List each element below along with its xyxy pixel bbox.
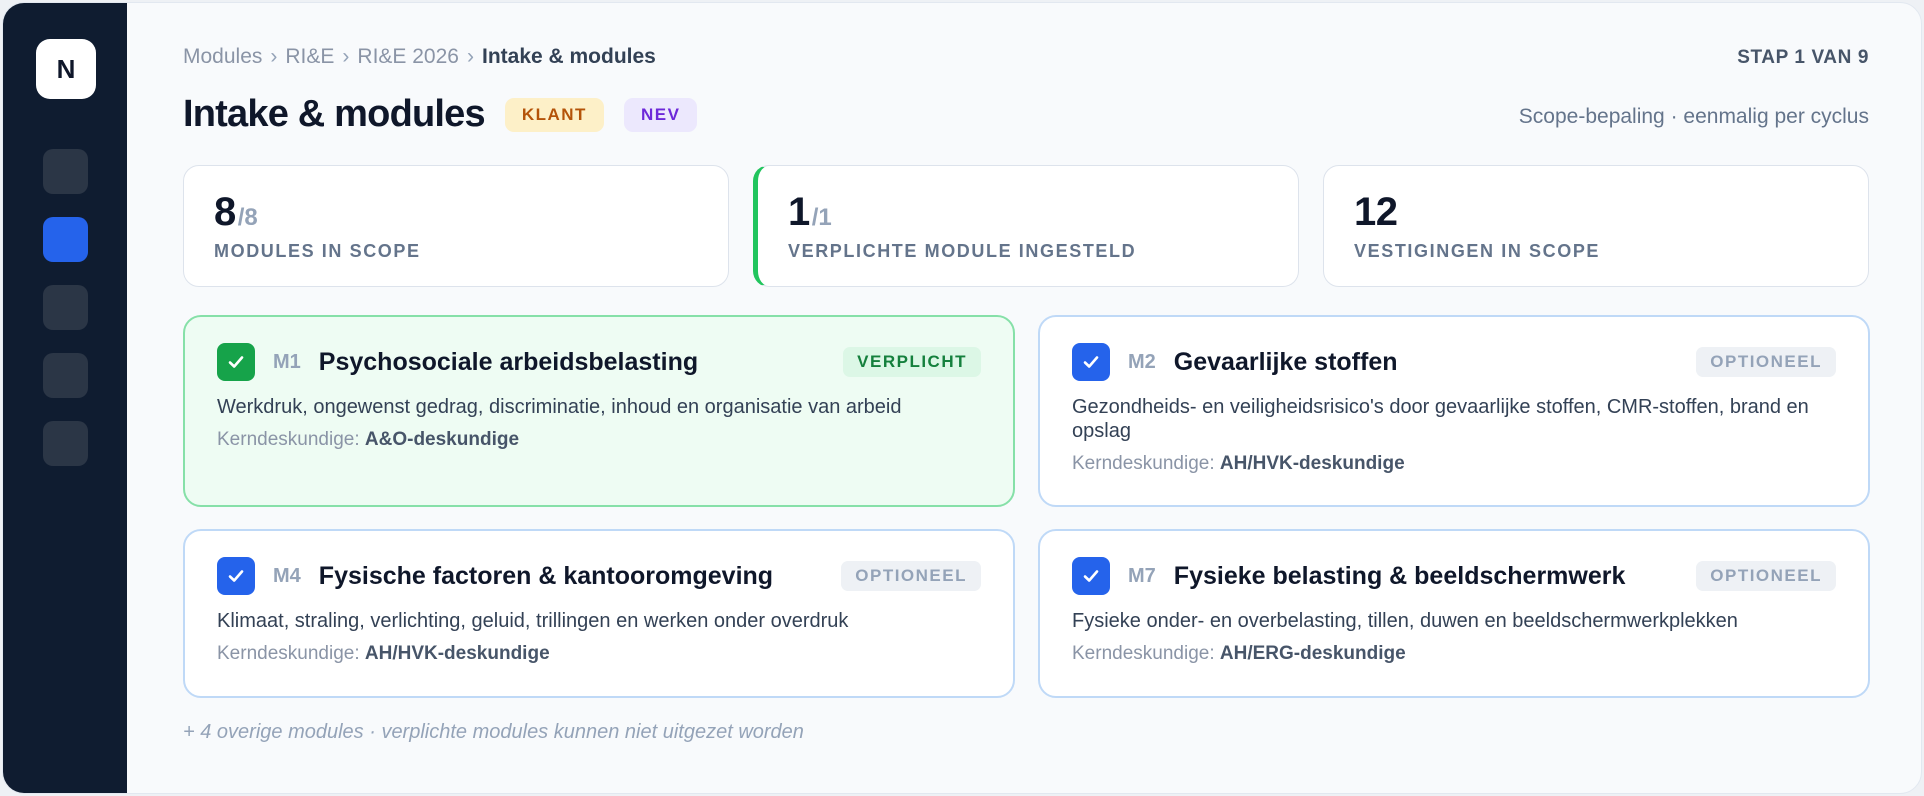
module-checkbox[interactable] bbox=[1072, 343, 1110, 381]
stat-card-locations: 12 VESTIGINGEN IN SCOPE bbox=[1323, 165, 1869, 287]
module-title: Fysieke belasting & beeldschermwerk bbox=[1173, 561, 1626, 590]
app-window: N Modules › RI&E › RI&E 2026 › Intake & … bbox=[2, 2, 1922, 794]
breadcrumb-link-rie-2026[interactable]: RI&E 2026 bbox=[357, 45, 459, 69]
stat-card-mandatory: 1 /1 VERPLICHTE MODULE INGESTELD bbox=[753, 165, 1299, 287]
module-code: M1 bbox=[273, 350, 301, 373]
module-status-badge: OPTIONEEL bbox=[1696, 347, 1836, 377]
stat-label: VERPLICHTE MODULE INGESTELD bbox=[788, 241, 1137, 261]
stat-total: /8 bbox=[237, 204, 258, 231]
module-expert: Kerndeskundige: AH/ERG-deskundige bbox=[1072, 643, 1836, 665]
main-content: Modules › RI&E › RI&E 2026 › Intake & mo… bbox=[183, 3, 1870, 793]
module-expert: Kerndeskundige: A&O-deskundige bbox=[217, 429, 981, 451]
breadcrumb-separator: › bbox=[342, 45, 350, 68]
checkmark-icon bbox=[228, 356, 244, 368]
expert-value: AH/ERG-deskundige bbox=[1219, 643, 1406, 664]
app-logo[interactable]: N bbox=[36, 39, 96, 99]
stat-value: 8 bbox=[214, 190, 236, 234]
step-indicator: STAP 1 VAN 9 bbox=[1737, 47, 1869, 68]
module-status-badge: VERPLICHT bbox=[843, 347, 981, 377]
expert-label: Kerndeskundige: bbox=[1072, 643, 1215, 664]
module-title: Gevaarlijke stoffen bbox=[1173, 347, 1398, 376]
module-description: Klimaat, straling, verlichting, geluid, … bbox=[217, 610, 849, 632]
module-checkbox[interactable] bbox=[1072, 557, 1110, 595]
stat-label: VESTIGINGEN IN SCOPE bbox=[1354, 241, 1601, 261]
module-card-m4[interactable]: M4 Fysische factoren & kantooromgeving O… bbox=[183, 529, 1015, 698]
module-expert: Kerndeskundige: AH/HVK-deskundige bbox=[1072, 453, 1836, 475]
module-card-m7[interactable]: M7 Fysieke belasting & beeldschermwerk O… bbox=[1038, 529, 1870, 698]
stat-total: /1 bbox=[811, 204, 832, 231]
module-status-badge: OPTIONEEL bbox=[841, 561, 981, 591]
stat-label: MODULES IN SCOPE bbox=[214, 241, 421, 261]
stats-row: 8 /8 MODULES IN SCOPE 1 /1 VERPLICHTE MO… bbox=[183, 165, 1869, 287]
sidebar-nav-item-3[interactable] bbox=[43, 285, 88, 330]
breadcrumb-link-rie[interactable]: RI&E bbox=[285, 45, 334, 69]
page-title: Intake & modules bbox=[183, 93, 486, 135]
klant-tag: KLANT bbox=[504, 97, 604, 132]
title-row: Intake & modules KLANT NEV bbox=[183, 93, 698, 136]
sidebar-nav-item-5[interactable] bbox=[43, 421, 88, 466]
module-checkbox[interactable] bbox=[217, 557, 255, 595]
module-code: M4 bbox=[273, 564, 301, 587]
checkmark-icon bbox=[1083, 356, 1099, 368]
module-card-m2[interactable]: M2 Gevaarlijke stoffen OPTIONEEL Gezondh… bbox=[1038, 315, 1870, 507]
module-description: Gezondheids- en veiligheidsrisico's door… bbox=[1072, 396, 1809, 442]
sidebar: N bbox=[3, 3, 127, 793]
breadcrumb: Modules › RI&E › RI&E 2026 › Intake & mo… bbox=[183, 45, 656, 69]
breadcrumb-link-modules[interactable]: Modules bbox=[183, 45, 262, 69]
module-code: M2 bbox=[1128, 350, 1156, 373]
breadcrumb-separator: › bbox=[466, 45, 474, 68]
module-expert: Kerndeskundige: AH/HVK-deskundige bbox=[217, 643, 981, 665]
module-title: Psychosociale arbeidsbelasting bbox=[318, 347, 699, 376]
module-card-m1[interactable]: M1 Psychosociale arbeidsbelasting VERPLI… bbox=[183, 315, 1015, 507]
expert-label: Kerndeskundige: bbox=[1072, 453, 1215, 474]
footnote: + 4 overige modules · verplichte modules… bbox=[183, 721, 804, 743]
nev-tag: NEV bbox=[623, 97, 698, 132]
module-description: Fysieke onder- en overbelasting, tillen,… bbox=[1072, 610, 1738, 632]
sidebar-nav-item-4[interactable] bbox=[43, 353, 88, 398]
expert-value: A&O-deskundige bbox=[364, 429, 520, 450]
module-title: Fysische factoren & kantooromgeving bbox=[318, 561, 774, 590]
checkmark-icon bbox=[1083, 570, 1099, 582]
expert-value: AH/HVK-deskundige bbox=[364, 643, 550, 664]
sidebar-nav-item-2-active[interactable] bbox=[43, 217, 88, 262]
sidebar-nav-item-1[interactable] bbox=[43, 149, 88, 194]
scope-note: Scope-bepaling · eenmalig per cyclus bbox=[1518, 105, 1869, 128]
module-description: Werkdruk, ongewenst gedrag, discriminati… bbox=[217, 396, 902, 418]
module-checkbox[interactable] bbox=[217, 343, 255, 381]
module-status-badge: OPTIONEEL bbox=[1696, 561, 1836, 591]
expert-label: Kerndeskundige: bbox=[217, 643, 360, 664]
stat-card-modules: 8 /8 MODULES IN SCOPE bbox=[183, 165, 729, 287]
breadcrumb-separator: › bbox=[270, 45, 278, 68]
stat-value: 1 bbox=[788, 190, 810, 234]
module-code: M7 bbox=[1128, 564, 1156, 587]
stat-value: 12 bbox=[1354, 190, 1398, 234]
checkmark-icon bbox=[228, 570, 244, 582]
breadcrumb-current: Intake & modules bbox=[481, 45, 656, 68]
expert-value: AH/HVK-deskundige bbox=[1219, 453, 1405, 474]
expert-label: Kerndeskundige: bbox=[217, 429, 360, 450]
